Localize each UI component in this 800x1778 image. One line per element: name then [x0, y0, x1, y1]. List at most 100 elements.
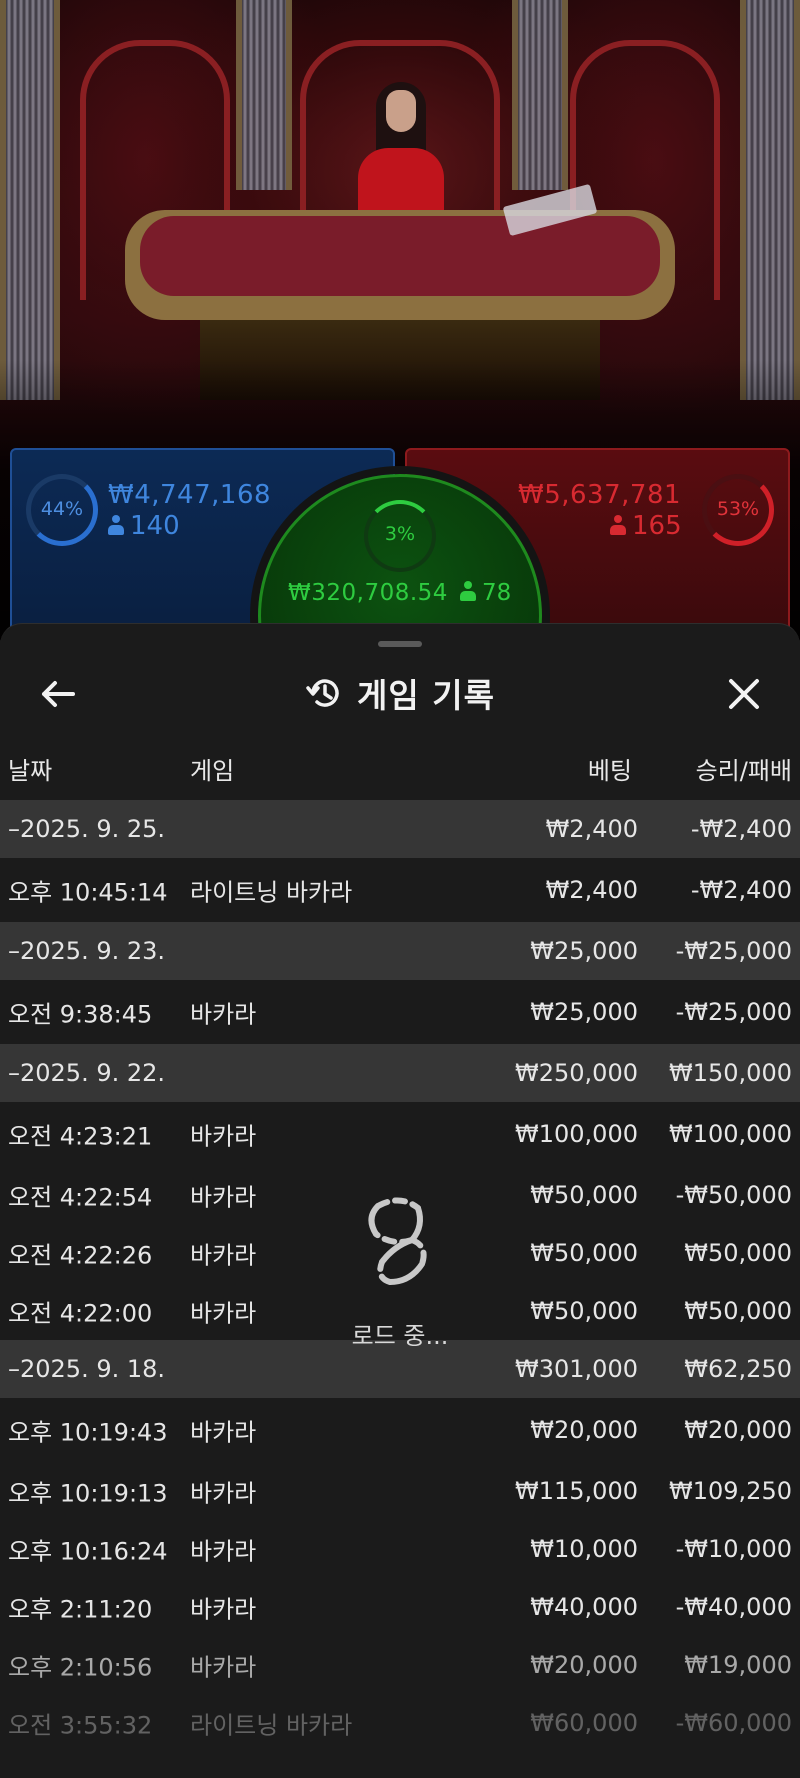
row-game: 바카라 — [190, 1122, 257, 1151]
group-bet-total: ₩301,000 — [515, 1355, 638, 1383]
game-history-sheet: 게임 기록 날짜 게임 베팅 승리/패배 –2025. 9. 25. ₩2,40… — [0, 623, 800, 1778]
sheet-drag-handle[interactable] — [378, 641, 422, 647]
group-win-total: -₩2,400 — [690, 815, 792, 843]
person-icon — [108, 515, 124, 535]
loading-text: 로드 중... — [351, 1322, 449, 1350]
row-bet: ₩20,000 — [530, 1651, 638, 1679]
row-time: 오후 2:10:56 — [8, 1653, 153, 1682]
row-time: 오후 10:16:24 — [8, 1537, 168, 1566]
group-bet-total: ₩2,400 — [545, 815, 638, 843]
sheet-header: 게임 기록 — [0, 668, 800, 718]
group-win-total: ₩62,250 — [684, 1355, 792, 1383]
banker-total-amount: ₩5,637,781 — [518, 480, 682, 510]
tie-total-amount: ₩320,708.54 — [288, 580, 448, 606]
group-date: –2025. 9. 22. — [8, 1059, 166, 1087]
row-win-loss: ₩50,000 — [684, 1297, 792, 1325]
group-win-total: -₩25,000 — [675, 937, 792, 965]
date-group-row[interactable]: –2025. 9. 23. ₩25,000 -₩25,000 — [0, 922, 800, 980]
history-row[interactable]: 오후 10:45:14 라이트닝 바카라 ₩2,400 -₩2,400 — [0, 858, 800, 922]
row-win-loss: -₩10,000 — [675, 1535, 792, 1563]
history-row[interactable]: 오전 3:55:32 라이트닝 바카라 ₩60,000 -₩60,000 — [0, 1694, 800, 1752]
row-win-loss: -₩60,000 — [675, 1709, 792, 1737]
player-count: 140 — [108, 511, 180, 541]
person-icon — [610, 515, 626, 535]
history-row[interactable]: 오후 10:19:43 바카라 ₩20,000 ₩20,000 — [0, 1398, 800, 1462]
row-bet: ₩50,000 — [530, 1239, 638, 1267]
row-game: 바카라 — [190, 1299, 257, 1328]
row-bet: ₩40,000 — [530, 1593, 638, 1621]
row-time: 오전 4:22:00 — [8, 1299, 153, 1328]
row-win-loss: ₩19,000 — [684, 1651, 792, 1679]
row-win-loss: ₩20,000 — [684, 1416, 792, 1444]
table-header: 날짜 게임 베팅 승리/패배 — [0, 739, 800, 791]
row-game: 바카라 — [190, 1418, 257, 1447]
row-time: 오후 10:19:43 — [8, 1418, 168, 1447]
row-game: 바카라 — [190, 1595, 257, 1624]
table-felt — [140, 216, 660, 296]
group-bet-total: ₩25,000 — [530, 937, 638, 965]
row-time: 오전 4:23:21 — [8, 1122, 153, 1151]
row-game: 바카라 — [190, 1183, 257, 1212]
column-win-loss: 승리/패배 — [695, 757, 792, 785]
column-game: 게임 — [190, 757, 235, 785]
banker-percent: 53% — [716, 498, 760, 520]
history-row[interactable]: 오후 10:19:13 바카라 ₩115,000 ₩109,250 — [0, 1462, 800, 1520]
player-count-value: 140 — [130, 511, 180, 541]
banker-count-value: 165 — [632, 511, 682, 541]
row-time: 오전 4:22:26 — [8, 1241, 153, 1270]
dealer-face — [386, 90, 416, 132]
row-time: 오전 3:55:32 — [8, 1711, 153, 1740]
close-button[interactable] — [720, 670, 768, 718]
row-win-loss: -₩2,400 — [690, 876, 792, 904]
player-total-amount: ₩4,747,168 — [108, 480, 272, 510]
row-time: 오전 9:38:45 — [8, 1000, 153, 1029]
tie-count-value: 78 — [482, 580, 512, 606]
decor-pillar — [512, 0, 568, 190]
row-bet: ₩50,000 — [530, 1181, 638, 1209]
row-time: 오후 2:11:20 — [8, 1595, 153, 1624]
tie-percent: 3% — [384, 523, 416, 545]
row-bet: ₩100,000 — [515, 1120, 638, 1148]
date-group-row[interactable]: –2025. 9. 22. ₩250,000 ₩150,000 — [0, 1044, 800, 1102]
row-game: 바카라 — [190, 1241, 257, 1270]
decor-pillar — [0, 0, 60, 400]
group-date: –2025. 9. 23. — [8, 937, 166, 965]
row-bet: ₩20,000 — [530, 1416, 638, 1444]
row-win-loss: ₩50,000 — [684, 1239, 792, 1267]
history-row[interactable]: 오전 9:38:45 바카라 ₩25,000 -₩25,000 — [0, 980, 800, 1044]
date-group-row[interactable]: –2025. 9. 25. ₩2,400 -₩2,400 — [0, 800, 800, 858]
history-row[interactable]: 오후 10:16:24 바카라 ₩10,000 -₩10,000 — [0, 1520, 800, 1578]
player-percent: 44% — [40, 498, 84, 520]
row-bet: ₩115,000 — [515, 1477, 638, 1505]
row-win-loss: -₩25,000 — [675, 998, 792, 1026]
history-row[interactable]: 오후 2:11:20 바카라 ₩40,000 -₩40,000 — [0, 1578, 800, 1636]
row-win-loss: -₩50,000 — [675, 1181, 792, 1209]
close-icon — [729, 679, 759, 709]
row-time: 오전 4:22:54 — [8, 1183, 153, 1212]
row-game: 라이트닝 바카라 — [190, 878, 353, 907]
row-win-loss: ₩100,000 — [669, 1120, 792, 1148]
row-bet: ₩50,000 — [530, 1297, 638, 1325]
row-bet: ₩10,000 — [530, 1535, 638, 1563]
decor-pillar — [236, 0, 292, 190]
history-row[interactable]: 오전 4:23:21 바카라 ₩100,000 ₩100,000 — [0, 1102, 800, 1166]
history-row[interactable]: 오후 2:10:56 바카라 ₩20,000 ₩19,000 — [0, 1636, 800, 1694]
row-win-loss: -₩40,000 — [675, 1593, 792, 1621]
row-bet: ₩2,400 — [545, 876, 638, 904]
row-time: 오후 10:19:13 — [8, 1479, 168, 1508]
column-bet: 베팅 — [587, 757, 632, 785]
tie-count: 78 — [460, 580, 511, 606]
column-date: 날짜 — [8, 757, 53, 785]
row-game: 바카라 — [190, 1537, 257, 1566]
row-bet: ₩25,000 — [530, 998, 638, 1026]
row-win-loss: ₩109,250 — [669, 1477, 792, 1505]
row-game: 라이트닝 바카라 — [190, 1711, 353, 1740]
group-date: –2025. 9. 25. — [8, 815, 166, 843]
history-icon — [306, 679, 339, 707]
row-game: 바카라 — [190, 1000, 257, 1029]
loading-indicator: 로드 중... — [340, 1184, 460, 1350]
decor-pillar — [740, 0, 800, 400]
row-bet: ₩60,000 — [530, 1709, 638, 1737]
sheet-title: 게임 기록 — [357, 676, 495, 715]
group-win-total: ₩150,000 — [669, 1059, 792, 1087]
